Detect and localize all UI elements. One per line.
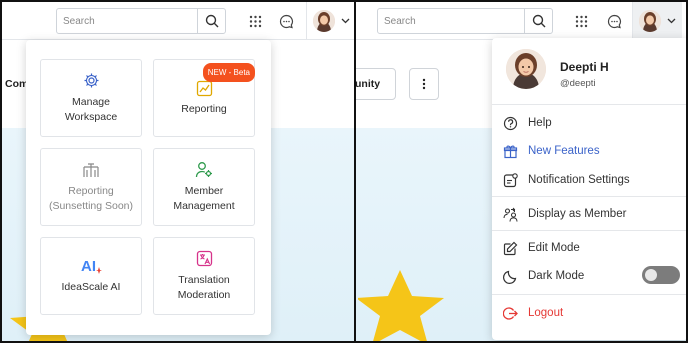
notification-settings-icon <box>502 172 518 188</box>
tile-label-line1: Reporting <box>68 184 114 197</box>
report-icon <box>82 161 100 179</box>
chat-bubble-icon <box>279 14 293 28</box>
tile-label-line1: IdeaScale AI <box>61 281 121 293</box>
menu-item-display-as-member[interactable]: Display as Member <box>502 204 678 224</box>
menu-item-label: Help <box>528 117 552 129</box>
divider <box>492 230 686 231</box>
chevron-down-icon <box>341 18 350 24</box>
search-box <box>56 8 226 34</box>
edit-icon <box>502 240 518 256</box>
gear-icon <box>83 72 100 90</box>
avatar <box>639 10 661 32</box>
profile-handle: @deepti <box>560 78 596 89</box>
new-beta-badge: NEW - Beta <box>202 63 255 82</box>
tile-reporting-legacy[interactable]: Reporting (Sunsetting Soon) <box>40 148 142 226</box>
avatar-image-icon <box>639 10 661 32</box>
profile-avatar <box>506 49 546 89</box>
tile-translation-moderation[interactable]: Translation Moderation <box>153 237 255 315</box>
apps-grid-icon <box>575 15 587 27</box>
avatar <box>313 10 335 32</box>
messages-button[interactable] <box>604 11 624 31</box>
member-gear-icon <box>195 161 213 179</box>
nav-tab-partial: Com <box>5 78 29 90</box>
search-input[interactable] <box>378 15 524 27</box>
avatar-image-icon <box>313 10 335 32</box>
menu-item-notification-settings[interactable]: Notification Settings <box>502 170 678 190</box>
dark-mode-toggle[interactable] <box>642 266 680 284</box>
tile-ideascale-ai[interactable]: AI IdeaScale AI <box>40 237 142 315</box>
apps-grid-button[interactable] <box>245 11 265 31</box>
top-bar <box>2 2 354 40</box>
tile-label-line1: Manage <box>72 95 110 108</box>
menu-item-label: New Features <box>528 145 600 157</box>
display-member-icon <box>502 206 518 222</box>
moon-icon <box>502 268 518 284</box>
profile-menu-button[interactable] <box>306 2 354 40</box>
logout-icon <box>502 305 518 321</box>
chat-bubble-icon <box>607 14 621 28</box>
menu-item-logout[interactable]: Logout <box>502 303 678 323</box>
ai-icon: AI <box>80 257 102 275</box>
search-box <box>377 8 553 34</box>
search-input[interactable] <box>57 15 197 27</box>
search-button[interactable] <box>524 9 552 33</box>
community-button-partial[interactable]: unity <box>355 68 396 100</box>
avatar-image-icon <box>506 49 546 89</box>
menu-item-label: Edit Mode <box>528 242 580 254</box>
tile-label-line1: Reporting <box>181 103 227 115</box>
apps-menu: Manage Workspace NEW - Beta Reporting Re… <box>26 40 271 335</box>
divider <box>492 104 686 105</box>
menu-item-label: Notification Settings <box>528 174 630 186</box>
gift-icon <box>502 143 518 159</box>
menu-item-edit-mode[interactable]: Edit Mode <box>502 238 678 258</box>
more-vertical-icon <box>422 78 426 90</box>
search-button[interactable] <box>197 9 225 33</box>
menu-item-label: Dark Mode <box>528 270 585 282</box>
search-icon <box>532 14 545 28</box>
search-icon <box>205 14 218 28</box>
tile-reporting[interactable]: NEW - Beta Reporting <box>153 59 255 137</box>
tile-member-management[interactable]: Member Management <box>153 148 255 226</box>
apps-grid-button[interactable] <box>571 11 591 31</box>
help-circle-icon <box>502 115 518 131</box>
left-panel: Com Manage Workspace NEW - Beta Reportin… <box>0 0 356 343</box>
chevron-down-icon <box>667 18 676 24</box>
divider <box>492 294 686 295</box>
tile-label-line2: (Sunsetting Soon) <box>48 199 134 212</box>
tile-label-line2: Workspace <box>64 110 118 123</box>
messages-button[interactable] <box>276 11 296 31</box>
tile-label-line1: Translation <box>178 273 230 286</box>
nav-tab-partial: unity <box>355 78 381 90</box>
tile-label-line2: Moderation <box>177 288 231 301</box>
toggle-knob <box>645 269 657 281</box>
profile-menu: Deepti H @deepti Help New Features Notif… <box>492 38 686 340</box>
translate-icon <box>196 250 213 268</box>
divider <box>492 196 686 197</box>
more-options-button[interactable] <box>409 68 439 100</box>
right-panel: unity Deepti H @deepti Help <box>354 0 688 343</box>
menu-item-label: Logout <box>528 307 564 319</box>
tile-label-line1: Member <box>184 184 224 197</box>
menu-item-dark-mode: Dark Mode <box>502 266 628 286</box>
star-decoration <box>358 270 444 341</box>
svg-text:AI: AI <box>81 258 96 275</box>
top-bar <box>356 2 686 40</box>
menu-item-new-features[interactable]: New Features <box>502 141 678 161</box>
menu-item-label: Display as Member <box>528 208 627 220</box>
tile-label-line2: Management <box>173 199 235 212</box>
apps-grid-icon <box>249 15 261 27</box>
tile-manage-workspace[interactable]: Manage Workspace <box>40 59 142 137</box>
menu-item-help[interactable]: Help <box>502 113 678 133</box>
profile-menu-button[interactable] <box>632 2 682 40</box>
profile-name: Deepti H <box>560 60 609 74</box>
